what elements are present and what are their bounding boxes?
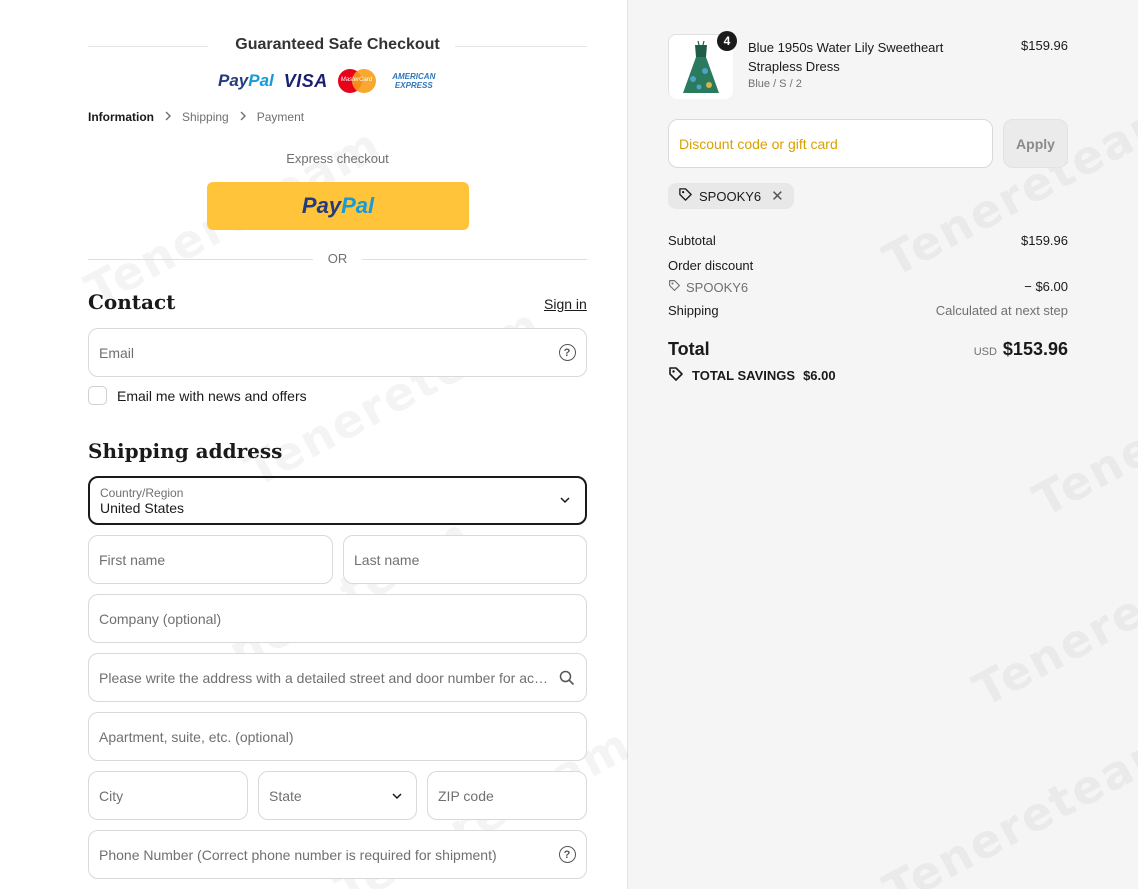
phone-field[interactable]: Phone Number (Correct phone number is re… [88, 830, 587, 879]
chevron-right-icon [239, 110, 247, 124]
chevron-down-icon [388, 787, 406, 805]
zip-placeholder: ZIP code [438, 787, 494, 804]
payment-logos: PayPal VISA MasterCard AMERICAN EXPRESS [218, 69, 442, 93]
express-checkout-label: Express checkout [286, 151, 389, 166]
apartment-placeholder: Apartment, suite, etc. (optional) [99, 728, 294, 745]
breadcrumb-information[interactable]: Information [88, 110, 154, 124]
savings-value: $6.00 [803, 368, 836, 383]
discount-code-line: SPOOKY6 [668, 279, 748, 295]
email-field[interactable]: Email ? [88, 328, 587, 377]
total-value: $153.96 [1002, 339, 1068, 359]
total-label: Total [668, 339, 710, 359]
sign-in-link[interactable]: Sign in [544, 296, 587, 312]
order-discount-label: Order discount [668, 258, 754, 273]
state-select[interactable]: State [258, 771, 417, 820]
company-placeholder: Company (optional) [99, 610, 222, 627]
address-field[interactable]: Please write the address with a detailed… [88, 653, 587, 702]
amex-logo: AMERICAN EXPRESS [392, 72, 436, 90]
subtotal-label: Subtotal [668, 233, 716, 248]
visa-logo: VISA [283, 70, 328, 91]
watermark: Tenereteam [964, 517, 1138, 718]
breadcrumb-payment[interactable]: Payment [257, 110, 304, 124]
order-discount-row: Order discount [668, 258, 1068, 273]
help-icon[interactable]: ? [558, 344, 576, 362]
paypal-logo: PayPal [218, 71, 274, 90]
savings-label: TOTAL SAVINGS [692, 368, 796, 383]
product-name: Blue 1950s Water Lily Sweetheart Straple… [748, 40, 944, 74]
paypal-express-button[interactable]: Pay Pal [207, 182, 469, 230]
first-name-placeholder: First name [99, 551, 166, 568]
subtotal-row: Subtotal $159.96 [668, 233, 1068, 248]
country-select[interactable]: Country/Region United States [88, 476, 587, 525]
watermark: Tenereteam [874, 717, 1138, 889]
newsletter-option[interactable]: Email me with news and offers [88, 386, 307, 405]
tag-icon [678, 187, 693, 205]
company-field[interactable]: Company (optional) [88, 594, 587, 643]
first-name-field[interactable]: First name [88, 535, 333, 584]
newsletter-checkbox[interactable] [88, 386, 107, 405]
address-placeholder: Please write the address with a detailed… [99, 669, 552, 686]
city-field[interactable]: City [88, 771, 248, 820]
subtotal-value: $159.96 [1021, 233, 1068, 248]
discount-code-input[interactable]: Discount code or gift card [668, 119, 993, 168]
divider [88, 259, 313, 260]
product-variant: Blue / S / 2 [748, 78, 802, 90]
search-icon [558, 669, 576, 687]
currency-code: USD [973, 346, 997, 358]
country-value: United States [100, 500, 185, 516]
last-name-placeholder: Last name [354, 551, 420, 568]
zip-field[interactable]: ZIP code [427, 771, 587, 820]
breadcrumb-shipping[interactable]: Shipping [182, 110, 229, 124]
phone-placeholder: Phone Number (Correct phone number is re… [99, 846, 497, 863]
product-price: $159.96 [1021, 38, 1068, 53]
discount-value: − $6.00 [1024, 279, 1068, 294]
divider [362, 259, 587, 260]
apply-discount-button[interactable]: Apply [1003, 119, 1068, 168]
applied-discount-chip: SPOOKY6 ✕ [668, 183, 794, 209]
safe-checkout-title: Guaranteed Safe Checkout [235, 36, 440, 53]
contact-heading: Contact [88, 290, 176, 314]
apartment-field[interactable]: Apartment, suite, etc. (optional) [88, 712, 587, 761]
newsletter-label: Email me with news and offers [117, 387, 307, 404]
discount-code-label: SPOOKY6 [686, 279, 749, 295]
breadcrumb: Information Shipping Payment [88, 110, 304, 124]
chevron-down-icon [559, 493, 571, 509]
city-placeholder: City [99, 787, 124, 804]
country-label: Country/Region [100, 486, 184, 500]
quantity-badge: 4 [717, 31, 737, 51]
email-placeholder: Email [99, 344, 135, 361]
last-name-field[interactable]: Last name [343, 535, 587, 584]
applied-discount-code: SPOOKY6 [699, 188, 762, 204]
help-icon[interactable]: ? [558, 846, 576, 864]
shipping-label: Shipping [668, 303, 719, 318]
discount-detail-row: SPOOKY6 − $6.00 [668, 279, 1068, 295]
total-savings: TOTAL SAVINGS $6.00 [668, 366, 836, 385]
remove-discount-icon[interactable]: ✕ [771, 187, 784, 205]
tag-icon [668, 279, 681, 295]
discount-placeholder: Discount code or gift card [679, 135, 838, 152]
state-placeholder: State [269, 787, 302, 804]
or-separator: OR [327, 251, 348, 266]
chevron-right-icon [164, 110, 172, 124]
total-row: Total USD $153.96 [668, 339, 1068, 360]
shipping-row: Shipping Calculated at next step [668, 303, 1068, 318]
mastercard-logo: MasterCard [337, 69, 376, 93]
shipping-address-heading: Shipping address [88, 439, 283, 463]
tag-icon [668, 366, 684, 385]
shipping-value: Calculated at next step [935, 303, 1068, 318]
